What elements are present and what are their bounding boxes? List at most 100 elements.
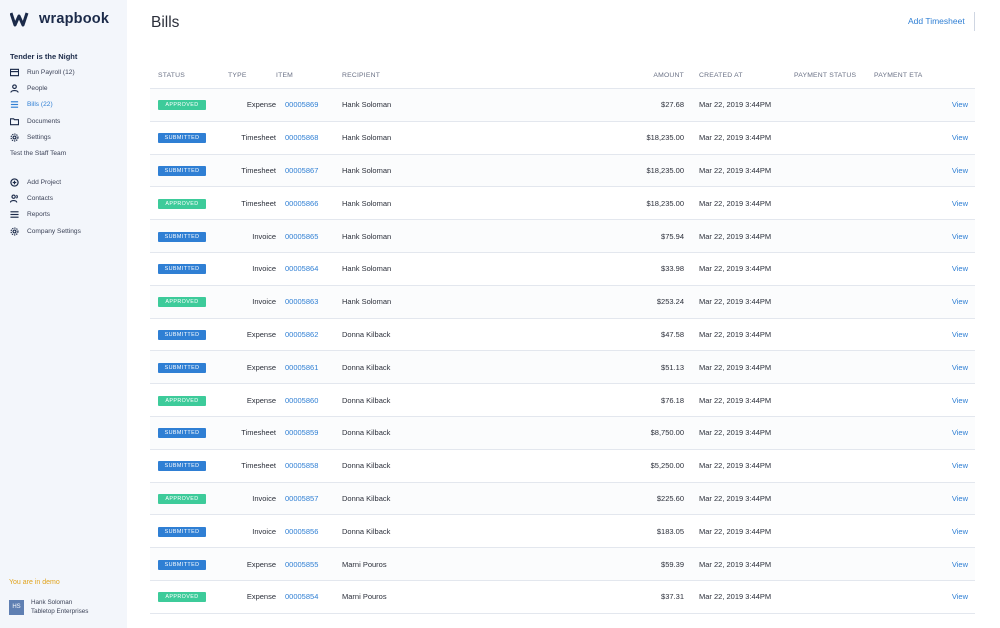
item-link[interactable]: 00005858	[285, 461, 318, 470]
item-link[interactable]: 00005860	[285, 396, 318, 405]
table-row[interactable]: SUBMITTED Expense 00005862 Donna Kilback $47…	[150, 319, 975, 352]
item-link[interactable]: 00005863	[285, 297, 318, 306]
type-cell: Invoice	[252, 231, 276, 241]
item-link[interactable]: 00005865	[285, 232, 318, 241]
bills-icon	[10, 100, 22, 110]
view-link[interactable]: View	[934, 199, 975, 208]
recipient-cell: Donna Kilback	[342, 493, 391, 503]
column-header-type[interactable]: Type	[222, 72, 276, 79]
item-link[interactable]: 00005859	[285, 428, 318, 437]
type-cell: Expense	[246, 362, 276, 372]
status-cell: APPROVED	[150, 198, 222, 209]
amount-cell: $33.98	[661, 264, 684, 274]
item-link[interactable]: 00005861	[285, 363, 318, 372]
view-link[interactable]: View	[934, 560, 975, 569]
column-header-created-at[interactable]: Created At	[684, 72, 794, 79]
sidebar-item-run-payroll[interactable]: Run Payroll (12)	[10, 64, 122, 80]
table-row[interactable]: APPROVED Expense 00005854 Marni Pouros $37.3…	[150, 581, 975, 614]
column-header-amount[interactable]: Amount	[498, 72, 684, 79]
sidebar-item-settings[interactable]: Settings	[10, 129, 122, 145]
view-link[interactable]: View	[934, 100, 975, 109]
status-badge: SUBMITTED	[158, 165, 206, 176]
view-link[interactable]: View	[934, 592, 975, 601]
sidebar-item-bills[interactable]: Bills (22)	[10, 97, 122, 113]
item-link[interactable]: 00005862	[285, 330, 318, 339]
column-header-payment-eta[interactable]: Payment ETA	[874, 72, 934, 79]
table-row[interactable]: SUBMITTED Timesheet 00005867 Hank Soloman $1…	[150, 154, 975, 188]
created-at-cell: Mar 22, 2019 3:44PM	[699, 264, 772, 274]
amount-cell: $8,750.00	[650, 428, 684, 438]
column-header-item[interactable]: Item	[276, 72, 342, 79]
item-link[interactable]: 00005869	[285, 100, 318, 109]
sidebar-item-contacts[interactable]: Contacts	[10, 190, 122, 206]
created-at-cell: Mar 22, 2019 3:44PM	[699, 526, 772, 536]
view-link[interactable]: View	[934, 396, 975, 405]
table-row[interactable]: APPROVED Invoice 00005863 Hank Soloman $253.…	[150, 285, 975, 319]
table-row[interactable]: APPROVED Expense 00005869 Hank Soloman $27.6…	[150, 89, 975, 122]
sidebar-item-documents[interactable]: Documents	[10, 113, 122, 129]
table-row[interactable]: APPROVED Invoice 00005857 Donna Kilback $225…	[150, 482, 975, 516]
view-link[interactable]: View	[934, 297, 975, 306]
item-link[interactable]: 00005868	[285, 133, 318, 142]
amount-cell: $75.94	[661, 231, 684, 241]
recipient-cell: Hank Soloman	[342, 133, 392, 143]
status-badge: SUBMITTED	[158, 231, 206, 242]
sidebar-item-people[interactable]: People	[10, 80, 122, 96]
sidebar-item-company-settings[interactable]: Company Settings	[10, 223, 122, 239]
status-badge: SUBMITTED	[158, 559, 206, 570]
recipient-cell: Hank Soloman	[342, 100, 392, 110]
table-row[interactable]: SUBMITTED Expense 00005855 Marni Pouros $59.…	[150, 548, 975, 581]
created-at-cell: Mar 22, 2019 3:44PM	[699, 198, 772, 208]
item-link[interactable]: 00005856	[285, 527, 318, 536]
item-link[interactable]: 00005857	[285, 494, 318, 503]
item-link[interactable]: 00005854	[285, 592, 318, 601]
logo[interactable]: wrapbook	[10, 11, 109, 27]
view-link[interactable]: View	[934, 232, 975, 241]
table-row[interactable]: SUBMITTED Invoice 00005864 Hank Soloman $33.…	[150, 253, 975, 286]
item-link[interactable]: 00005864	[285, 264, 318, 273]
table-row[interactable]: SUBMITTED Timesheet 00005858 Donna Kilback $…	[150, 450, 975, 483]
sidebar-item-add-project[interactable]: Add Project	[10, 174, 122, 190]
item-cell: 00005864	[276, 264, 342, 273]
company-nav: Add Project Contacts Reports Company Set…	[10, 174, 122, 239]
amount-cell: $183.05	[656, 526, 684, 536]
sidebar-sub-link[interactable]: Test the Staff Team	[10, 145, 122, 161]
view-link[interactable]: View	[934, 166, 975, 175]
demo-prefix: You are in	[9, 579, 43, 586]
sidebar-item-reports[interactable]: Reports	[10, 207, 122, 223]
item-link[interactable]: 00005855	[285, 560, 318, 569]
view-link[interactable]: View	[934, 363, 975, 372]
view-link[interactable]: View	[934, 428, 975, 437]
column-header-payment-status[interactable]: Payment Status	[794, 72, 874, 79]
view-link[interactable]: View	[934, 494, 975, 503]
table-row[interactable]: APPROVED Expense 00005860 Donna Kilback $76.…	[150, 384, 975, 417]
item-link[interactable]: 00005867	[285, 166, 318, 175]
add-timesheet-button[interactable]: Add Timesheet	[908, 16, 965, 26]
table-row[interactable]: SUBMITTED Timesheet 00005859 Donna Kilback $…	[150, 416, 975, 450]
table-row[interactable]: SUBMITTED Invoice 00005865 Hank Soloman $75.…	[150, 220, 975, 253]
column-header-recipient[interactable]: Recipient	[342, 72, 498, 79]
item-cell: 00005865	[276, 232, 342, 241]
item-link[interactable]: 00005866	[285, 199, 318, 208]
view-link[interactable]: View	[934, 527, 975, 536]
table-row[interactable]: SUBMITTED Expense 00005861 Donna Kilback $51…	[150, 351, 975, 385]
type-cell: Invoice	[252, 526, 276, 536]
view-link[interactable]: View	[934, 133, 975, 142]
view-link[interactable]: View	[934, 264, 975, 273]
type-cell: Expense	[246, 592, 276, 602]
table-row[interactable]: SUBMITTED Timesheet 00005868 Hank Soloman $1…	[150, 122, 975, 155]
view-link[interactable]: View	[934, 461, 975, 470]
status-cell: SUBMITTED	[150, 460, 222, 472]
table-row[interactable]: APPROVED Timesheet 00005866 Hank Soloman $18…	[150, 187, 975, 221]
user-profile[interactable]: HS Hank Soloman Tabletop Enterprises	[9, 598, 88, 616]
amount-cell: $47.58	[661, 329, 684, 339]
column-header-status[interactable]: Status	[150, 72, 222, 79]
type-cell: Invoice	[252, 297, 276, 307]
created-at-cell: Mar 22, 2019 3:44PM	[699, 231, 772, 241]
status-badge: APPROVED	[158, 493, 206, 504]
item-cell: 00005869	[276, 100, 342, 109]
status-cell: APPROVED	[150, 99, 222, 111]
table-row[interactable]: SUBMITTED Invoice 00005856 Donna Kilback $18…	[150, 515, 975, 549]
view-link[interactable]: View	[934, 330, 975, 339]
status-badge: APPROVED	[158, 592, 206, 603]
